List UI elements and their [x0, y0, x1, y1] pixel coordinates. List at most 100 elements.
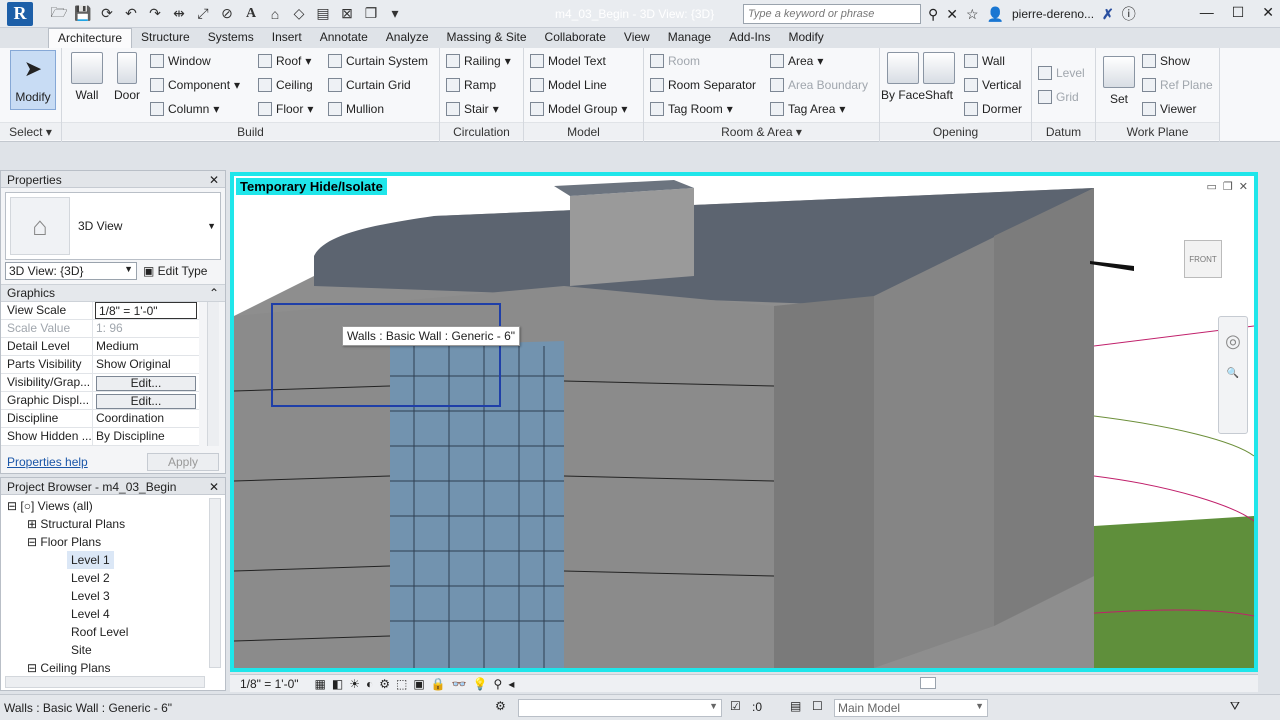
zoom-icon[interactable]: 🔍: [1219, 368, 1247, 379]
curtain-grid-button[interactable]: Curtain Grid: [328, 78, 411, 92]
visual-style-icon[interactable]: ◧: [332, 677, 343, 691]
expand-icon[interactable]: ⊞: [27, 517, 37, 531]
select-panel-label[interactable]: Select ▾: [0, 122, 61, 140]
3d-view-icon[interactable]: ⌂: [266, 6, 284, 22]
tab-annotate[interactable]: Annotate: [311, 28, 377, 48]
viewcube[interactable]: FRONT: [1178, 238, 1228, 288]
editable-only-icon[interactable]: ☑: [730, 699, 741, 713]
minimize-icon[interactable]: ▭: [1207, 180, 1217, 193]
tab-collaborate[interactable]: Collaborate: [536, 28, 615, 48]
column-button[interactable]: Column ▾: [150, 102, 219, 116]
tree-level-1[interactable]: Level 1: [67, 551, 225, 569]
tab-structure[interactable]: Structure: [132, 28, 199, 48]
parts-visibility-field[interactable]: Show Original: [93, 356, 199, 373]
tree-ceiling-plans[interactable]: ⊟ Ceiling Plans: [7, 659, 225, 677]
tree-level-3[interactable]: Level 3: [67, 587, 225, 605]
properties-scrollbar[interactable]: [207, 302, 219, 446]
save-icon[interactable]: 💾: [74, 5, 92, 22]
detail-level-icon[interactable]: ▦: [315, 677, 326, 691]
curtain-system-button[interactable]: Curtain System: [328, 54, 428, 68]
minimize-icon[interactable]: —: [1200, 4, 1214, 21]
shaft-button[interactable]: Shaft: [916, 52, 962, 102]
browser-scrollbar[interactable]: [209, 498, 221, 668]
favorites-icon[interactable]: ☆: [966, 6, 979, 23]
text-icon[interactable]: A: [242, 6, 260, 22]
design-option-select[interactable]: Main Model ▼: [834, 699, 988, 717]
search-input[interactable]: Type a keyword or phrase: [743, 4, 921, 24]
help-icon[interactable]: ⓘ: [1122, 4, 1136, 24]
tag-icon[interactable]: ⊘: [218, 5, 236, 22]
railing-button[interactable]: Railing ▾: [446, 54, 511, 68]
ref-plane-button[interactable]: Ref Plane: [1142, 78, 1213, 92]
view-scale-button[interactable]: 1/8" = 1'-0": [240, 677, 299, 691]
browser-hscrollbar[interactable]: [5, 676, 205, 688]
stair-button[interactable]: Stair ▾: [446, 102, 499, 116]
shadows-icon[interactable]: ◐: [366, 677, 373, 691]
user-name[interactable]: pierre-dereno...: [1012, 7, 1094, 21]
tab-modify[interactable]: Modify: [779, 28, 832, 48]
design-options-icon[interactable]: ▤: [790, 699, 801, 713]
door-button[interactable]: Door: [104, 52, 150, 102]
horizontal-scrollbar-thumb[interactable]: [920, 677, 936, 689]
tree-roof-level[interactable]: Roof Level: [67, 623, 225, 641]
restore-icon[interactable]: ❐: [1223, 180, 1233, 193]
close-icon[interactable]: ✕: [209, 480, 219, 494]
viewer-button[interactable]: Viewer: [1142, 102, 1196, 116]
3d-model-canvas[interactable]: [234, 176, 1254, 668]
switch-windows-icon[interactable]: ❐: [362, 5, 380, 22]
tag-room-button[interactable]: Tag Room ▾: [650, 102, 733, 116]
close-icon[interactable]: ✕: [1239, 180, 1248, 193]
model-text-button[interactable]: Model Text: [530, 54, 606, 68]
active-workset-select[interactable]: ▼: [518, 699, 722, 717]
tag-area-button[interactable]: Tag Area ▾: [770, 102, 845, 116]
dormer-button[interactable]: Dormer: [964, 102, 1022, 116]
subscription-icon[interactable]: ✕: [946, 6, 958, 23]
model-line-button[interactable]: Model Line: [530, 78, 607, 92]
tab-insert[interactable]: Insert: [263, 28, 311, 48]
window-button[interactable]: Window: [150, 54, 211, 68]
graphic-display-edit-button[interactable]: Edit...: [96, 394, 196, 409]
graphics-section[interactable]: Graphics ⌃: [1, 284, 225, 302]
type-selector[interactable]: ⌂ 3D View ▼: [5, 192, 221, 260]
render-icon[interactable]: ⚙: [379, 677, 390, 691]
visibility-edit-button[interactable]: Edit...: [96, 376, 196, 391]
exchange-icon[interactable]: ✗: [1102, 6, 1114, 23]
show-hidden-field[interactable]: By Discipline: [93, 428, 199, 445]
ceiling-button[interactable]: Ceiling: [258, 78, 313, 92]
properties-help-link[interactable]: Properties help: [7, 455, 88, 469]
tab-view[interactable]: View: [615, 28, 659, 48]
binoculars-icon[interactable]: ⚲: [928, 6, 938, 23]
room-separator-button[interactable]: Room Separator: [650, 78, 756, 92]
tab-add-ins[interactable]: Add-Ins: [720, 28, 779, 48]
tab-architecture[interactable]: Architecture: [48, 28, 133, 48]
tree-floor-plans[interactable]: ⊟ Floor Plans: [7, 533, 225, 551]
area-boundary-button[interactable]: Area Boundary: [770, 78, 868, 92]
measure-icon[interactable]: ⇹: [170, 5, 188, 22]
show-crop-icon[interactable]: ▣: [413, 677, 424, 691]
set-button[interactable]: Set: [1096, 56, 1142, 106]
application-menu-button[interactable]: R: [0, 0, 40, 28]
steering-wheel-icon[interactable]: ◎: [1219, 331, 1247, 352]
tree-site[interactable]: Site: [67, 641, 225, 659]
view-scale-field[interactable]: 1/8" = 1'-0": [95, 302, 197, 319]
mullion-button[interactable]: Mullion: [328, 102, 384, 116]
vertical-button[interactable]: Vertical: [964, 78, 1021, 92]
tab-massing-site[interactable]: Massing & Site: [438, 28, 536, 48]
edit-type-button[interactable]: ▣ Edit Type: [143, 264, 207, 278]
tab-systems[interactable]: Systems: [199, 28, 263, 48]
redo-icon[interactable]: ↷: [146, 5, 164, 22]
3d-viewport[interactable]: Temporary Hide/Isolate Walls : Basic Wal…: [230, 172, 1258, 672]
roof-button[interactable]: Roof ▾: [258, 54, 311, 68]
instance-filter-select[interactable]: 3D View: {3D} ▼: [5, 262, 137, 280]
more-icon[interactable]: ◂: [508, 677, 514, 691]
customize-icon[interactable]: ▾: [386, 5, 404, 22]
collapse-icon[interactable]: ⊟: [7, 499, 17, 513]
aligned-dimension-icon[interactable]: ⤢: [194, 5, 212, 22]
tree-views-all[interactable]: ⊟ [○] Views (all): [7, 497, 225, 515]
lock-view-icon[interactable]: 🔒: [431, 677, 446, 691]
discipline-field[interactable]: Coordination: [93, 410, 199, 427]
tab-manage[interactable]: Manage: [659, 28, 720, 48]
thin-lines-icon[interactable]: ▤: [314, 5, 332, 22]
tree-level-2[interactable]: Level 2: [67, 569, 225, 587]
filter-icon[interactable]: ⛛: [1230, 699, 1240, 714]
